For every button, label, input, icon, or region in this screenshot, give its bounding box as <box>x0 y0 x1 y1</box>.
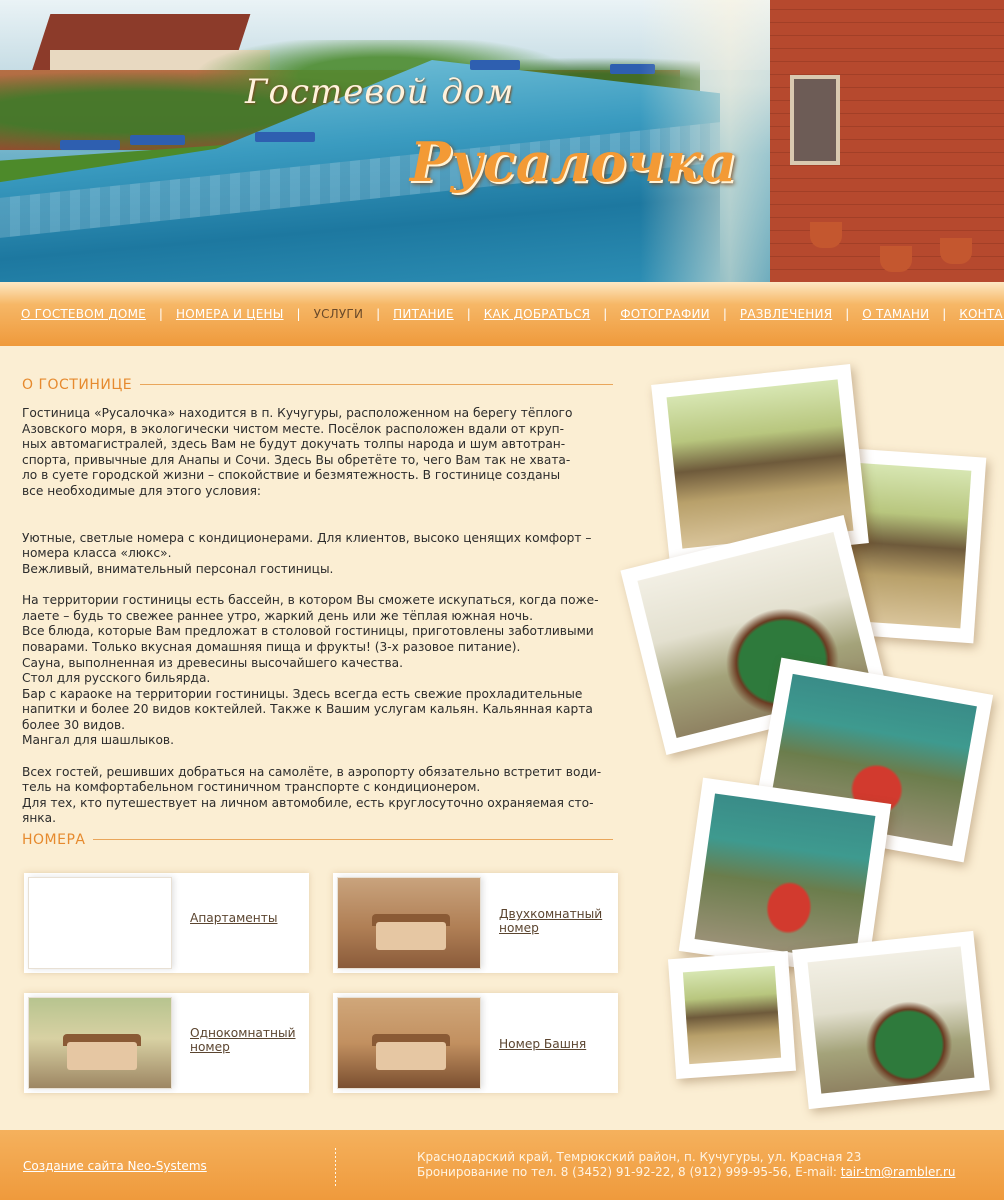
header-banner: Гостевой дом Русалочка <box>0 0 1004 282</box>
rooms-heading: НОМЕРА <box>22 832 86 848</box>
nav-separator: | <box>603 307 608 321</box>
footer-email-link[interactable]: tair-tm@rambler.ru <box>841 1165 956 1179</box>
nav-separator: | <box>942 307 947 321</box>
banner-window <box>790 75 840 165</box>
nav-entertainment[interactable]: РАЗВЛЕЧЕНИЯ <box>740 307 832 321</box>
room-photo-tower[interactable] <box>337 997 481 1089</box>
room-card-tower: Номер Башня <box>333 993 618 1093</box>
nav-about[interactable]: О ГОСТЕВОМ ДОМЕ <box>21 307 146 321</box>
nav-rooms-prices[interactable]: НОМЕРА И ЦЕНЫ <box>176 307 284 321</box>
nav-separator: | <box>845 307 850 321</box>
room-card-apartments: Апартаменты <box>24 873 309 973</box>
footer-divider <box>335 1148 336 1186</box>
footer-booking: Бронирование по тел. 8 (3452) 91-92-22, … <box>417 1165 841 1179</box>
nav-food[interactable]: ПИТАНИЕ <box>393 307 454 321</box>
nav-directions[interactable]: КАК ДОБРАТЬСЯ <box>484 307 590 321</box>
rooms-heading-rule <box>93 839 613 840</box>
room-link-apartments[interactable]: Апартаменты <box>190 911 305 925</box>
nav-separator: | <box>722 307 727 321</box>
room-link-one-room[interactable]: Однокомнатный номер <box>190 1026 305 1054</box>
about-heading: О ГОСТИНИЦЕ <box>22 377 133 393</box>
main-nav: О ГОСТЕВОМ ДОМЕ | НОМЕРА И ЦЕНЫ | УСЛУГИ… <box>0 282 1004 346</box>
footer-address: Краснодарский край, Темрюкский район, п.… <box>417 1150 862 1164</box>
nav-contacts[interactable]: КОНТАКТЫ <box>959 307 1004 321</box>
room-card-one-room: Однокомнатный номер <box>24 993 309 1093</box>
nav-separator: | <box>466 307 471 321</box>
nav-separator: | <box>376 307 381 321</box>
collage-photo-building-3[interactable] <box>667 950 797 1080</box>
room-photo-one-room[interactable] <box>28 997 172 1089</box>
logo-subtitle: Гостевой дом <box>245 72 515 112</box>
footer-booking-line: Бронирование по тел. 8 (3452) 91-92-22, … <box>417 1165 956 1180</box>
about-text: Гостиница «Русалочка» находится в п. Куч… <box>22 406 602 826</box>
footer: Создание сайта Neo-Systems Краснодарский… <box>0 1130 1004 1200</box>
room-photo-apartments[interactable] <box>28 877 172 969</box>
room-link-tower[interactable]: Номер Башня <box>499 1037 614 1051</box>
room-link-two-room[interactable]: Двухкомнатный номер <box>499 907 614 935</box>
about-heading-rule <box>140 384 613 385</box>
room-card-two-room: Двухкомнатный номер <box>333 873 618 973</box>
room-photo-two-room[interactable] <box>337 877 481 969</box>
nav-services[interactable]: УСЛУГИ <box>314 307 364 321</box>
nav-about-taman[interactable]: О ТАМАНИ <box>862 307 929 321</box>
nav-separator: | <box>296 307 301 321</box>
footer-contact-info: Краснодарский край, Темрюкский район, п.… <box>417 1150 956 1180</box>
nav-photos[interactable]: ФОТОГРАФИИ <box>620 307 710 321</box>
nav-separator: | <box>158 307 163 321</box>
logo-title: Русалочка <box>410 130 737 194</box>
collage-photo-billiard-2[interactable] <box>792 930 990 1110</box>
footer-credit-link[interactable]: Создание сайта Neo-Systems <box>23 1159 207 1173</box>
